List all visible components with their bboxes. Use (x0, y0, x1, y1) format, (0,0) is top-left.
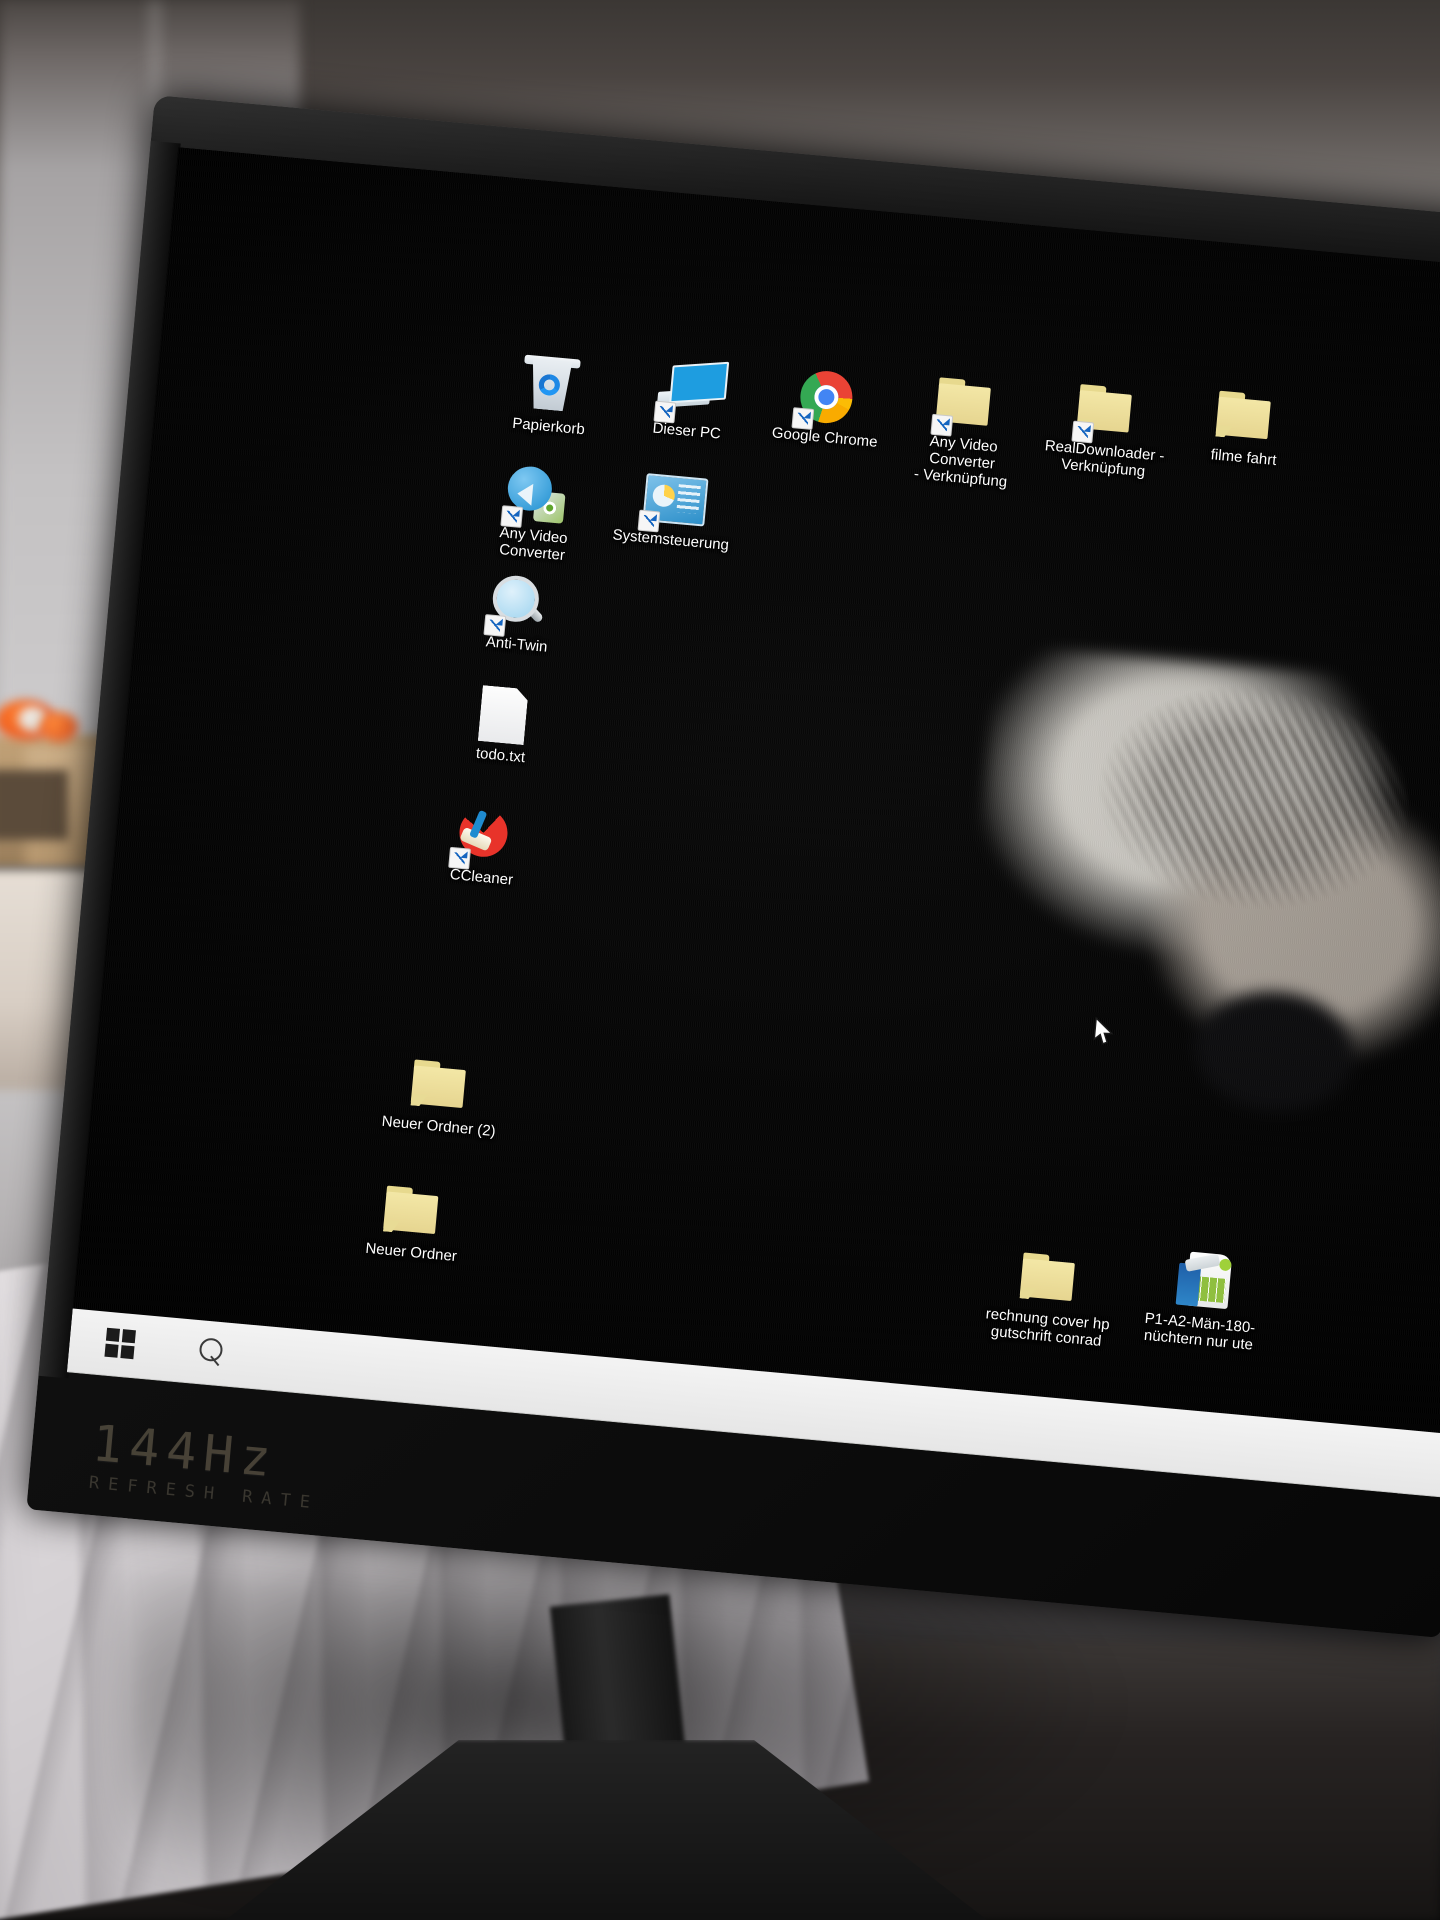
desktop-icon-papierkorb[interactable]: Papierkorb (484, 354, 619, 441)
monitor-screen: Papierkorb Dieser PC Google Chrome Any Vide… (66, 147, 1440, 1498)
text-file-icon (478, 685, 529, 745)
folder-icon (410, 1059, 472, 1111)
shortcut-arrow-icon (448, 846, 471, 870)
shortcut-arrow-icon (637, 509, 661, 533)
desktop-icon-rechnung-cover[interactable]: rechnung cover hp gutschrift conrad (982, 1247, 1118, 1350)
desktop-icon-todo-txt[interactable]: todo.txt (436, 684, 570, 770)
spreadsheet-file-icon (1137, 1251, 1270, 1320)
folder-icon (1019, 1252, 1081, 1303)
folder-icon (1215, 390, 1277, 442)
recycle-bin-icon (486, 354, 619, 424)
shortcut-arrow-icon (1071, 420, 1095, 444)
arrow-cursor (1093, 1017, 1114, 1045)
orange-object-2 (40, 712, 78, 742)
desktop-icon-any-video-conv-lnk[interactable]: Any Video Converter - Verknüpfung (896, 372, 1033, 492)
monitor-branding: 144Hz REFRESH RATE (88, 1414, 513, 1531)
control-panel-icon (608, 468, 741, 537)
folder-icon (348, 1180, 481, 1249)
windows-logo-icon (104, 1343, 119, 1358)
desktop-icon-anti-twin[interactable]: Anti-Twin (452, 573, 586, 659)
shelf-opening (0, 770, 68, 840)
desktop-icon-systemsteuerung[interactable]: Systemsteuerung (606, 468, 740, 554)
shortcut-arrow-icon (930, 413, 954, 437)
spreadsheet-file-icon (1171, 1250, 1236, 1315)
text-file-icon (438, 684, 571, 753)
photo-scene: Papierkorb Dieser PC Google Chrome Any Vide… (0, 0, 1440, 1920)
this-pc-icon (624, 359, 757, 428)
ccleaner-icon (418, 805, 551, 874)
start-button[interactable] (104, 1327, 137, 1361)
folder-icon (376, 1054, 509, 1123)
desktop-icon-layer[interactable]: Papierkorb Dieser PC Google Chrome Any Vide… (67, 147, 1440, 1497)
desktop-icon-neuer-ordner[interactable]: Neuer Ordner (347, 1180, 481, 1266)
folder-icon (1181, 386, 1314, 455)
desktop-icon-dieser-pc[interactable]: Dieser PC (622, 359, 756, 445)
recycle-bin-icon (522, 358, 578, 413)
folder-icon (1042, 379, 1175, 448)
magnifier-icon (454, 573, 587, 642)
desktop-icon-realdownloader-lnk[interactable]: RealDownloader - Verknüpfung (1039, 379, 1175, 482)
folder-icon (985, 1247, 1118, 1316)
shortcut-arrow-icon (500, 505, 524, 528)
desktop-icon-p1-a2-man[interactable]: P1-A2-Män-180- nüchtern nur ute (1134, 1251, 1270, 1354)
search-button[interactable] (196, 1336, 231, 1371)
chrome-icon (762, 366, 895, 435)
any-video-converter-icon (471, 464, 604, 533)
desktop-icon-neuer-ordner-2[interactable]: Neuer Ordner (2) (374, 1054, 508, 1140)
shortcut-arrow-icon (483, 614, 507, 637)
shortcut-arrow-icon (653, 400, 677, 424)
windows-logo-icon (120, 1345, 135, 1360)
windows-logo-icon (105, 1327, 121, 1342)
folder-icon (383, 1185, 445, 1237)
desktop-icon-filme-fahrt[interactable]: filme fahrt (1179, 386, 1313, 472)
folder-icon (901, 372, 1034, 441)
monitor-body: Papierkorb Dieser PC Google Chrome Any Vide… (26, 95, 1440, 1638)
desktop-icon-any-video-conv[interactable]: Any Video Converter (468, 464, 604, 567)
shortcut-arrow-icon (791, 407, 815, 430)
desktop-icon-ccleaner[interactable]: CCleaner (417, 805, 551, 891)
desktop-icon-google-chrome[interactable]: Google Chrome (760, 366, 894, 452)
windows-logo-icon (121, 1329, 136, 1344)
